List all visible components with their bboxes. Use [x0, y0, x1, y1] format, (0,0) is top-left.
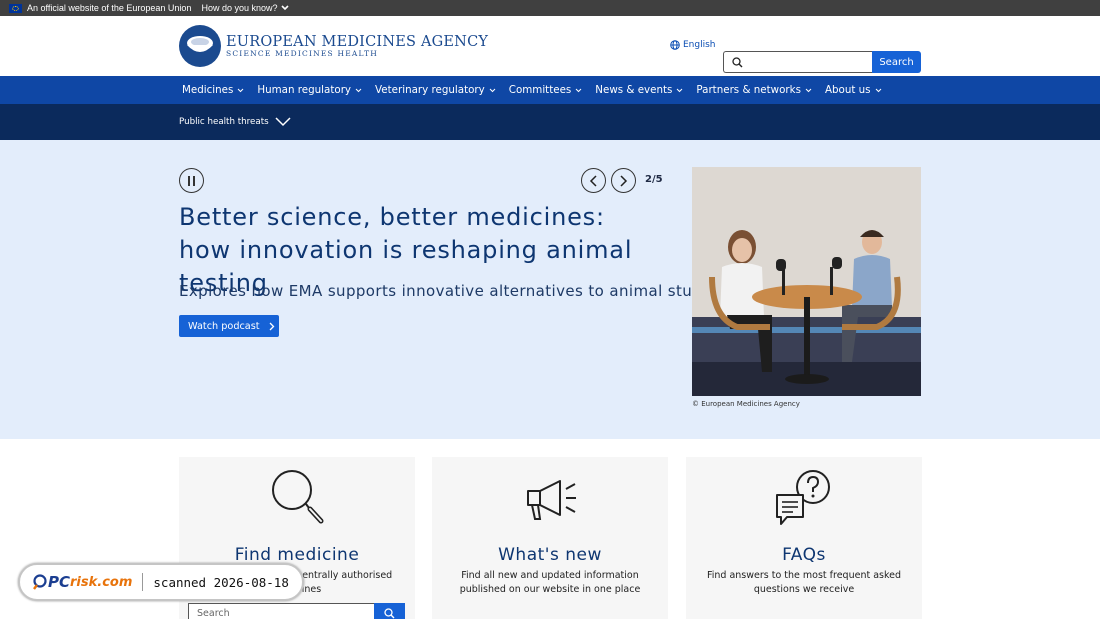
carousel-prev-button[interactable]	[581, 168, 606, 193]
public-health-threats-label: Public health threats	[179, 117, 269, 127]
magnifier-icon	[272, 470, 324, 524]
logo-name: EUROPEAN MEDICINES AGENCY	[226, 34, 489, 50]
main-nav: Medicines Human regulatory Veterinary re…	[0, 76, 1100, 104]
chevron-down-icon	[875, 88, 881, 92]
site-header: EUROPEAN MEDICINES AGENCY SCIENCE MEDICI…	[0, 16, 1100, 76]
language-label: English	[683, 40, 716, 50]
pause-button[interactable]	[179, 168, 204, 193]
scan-date-text: scanned 2026-08-18	[153, 574, 289, 590]
site-search: Search	[723, 51, 921, 73]
medicine-search-button[interactable]	[374, 603, 405, 619]
pcrisk-logo: PC risk.com	[32, 573, 132, 591]
chevron-left-icon	[589, 174, 597, 187]
search-button[interactable]: Search	[872, 51, 921, 73]
eu-official-text: An official website of the European Unio…	[27, 3, 192, 13]
card-faqs[interactable]: FAQs Find answers to the most frequent a…	[686, 457, 922, 619]
nav-label: Veterinary regulatory	[375, 84, 485, 96]
eu-bar: An official website of the European Unio…	[0, 0, 1100, 16]
photo-caption: © European Medicines Agency	[692, 400, 800, 408]
card-title: What's new	[498, 545, 602, 565]
search-icon	[732, 56, 743, 67]
how-do-you-know-link[interactable]: How do you know?	[201, 3, 289, 13]
card-description: Find answers to the most frequent asked …	[706, 570, 902, 595]
nav-item-human-regulatory[interactable]: Human regulatory	[257, 84, 362, 96]
public-health-threats-bar[interactable]: Public health threats	[0, 104, 1100, 140]
nav-item-news-events[interactable]: News & events	[595, 84, 683, 96]
ema-logo-emblem-icon	[179, 25, 221, 67]
chevron-down-icon	[677, 88, 683, 92]
chevron-down-icon	[238, 88, 244, 92]
carousel-counter: 2/5	[645, 174, 663, 185]
ema-logo[interactable]: EUROPEAN MEDICINES AGENCY SCIENCE MEDICI…	[179, 25, 488, 67]
chat-question-icon	[776, 470, 830, 525]
card-whats-new[interactable]: What's new Find all new and updated info…	[432, 457, 668, 619]
megaphone-icon	[527, 480, 576, 520]
magnifier-icon	[33, 574, 47, 590]
search-input[interactable]	[723, 51, 872, 73]
globe-icon	[670, 40, 680, 50]
medicine-search: Search	[188, 603, 405, 619]
nav-item-about-us[interactable]: About us	[825, 84, 882, 96]
logo-tagline: SCIENCE MEDICINES HEALTH	[226, 49, 379, 58]
nav-item-medicines[interactable]: Medicines	[182, 84, 244, 96]
chevron-down-icon	[805, 88, 812, 92]
medicine-search-input[interactable]: Search	[188, 603, 374, 619]
pcrisk-logo-pc: PC	[48, 573, 71, 591]
nav-label: Human regulatory	[257, 84, 352, 96]
chevron-down-icon	[275, 117, 291, 127]
watch-podcast-button[interactable]: Watch podcast	[179, 315, 279, 337]
chevron-down-icon	[575, 88, 582, 92]
language-selector[interactable]: English	[670, 40, 716, 50]
nav-label: About us	[824, 84, 871, 96]
nav-item-veterinary-regulatory[interactable]: Veterinary regulatory	[375, 84, 496, 96]
nav-label: Medicines	[182, 84, 234, 96]
nav-label: Committees	[508, 84, 572, 96]
nav-item-partners-networks[interactable]: Partners & networks	[696, 84, 812, 96]
card-title: FAQs	[782, 545, 826, 565]
how-do-you-know-label: How do you know?	[201, 3, 278, 13]
hero-subtitle: Explores how EMA supports innovative alt…	[179, 282, 725, 300]
nav-item-committees[interactable]: Committees	[509, 84, 583, 96]
chevron-right-icon	[269, 322, 274, 330]
nav-label: Partners & networks	[696, 84, 801, 96]
carousel-next-button[interactable]	[611, 168, 636, 193]
chevron-down-icon	[355, 88, 362, 92]
chevron-right-icon	[620, 174, 628, 187]
watch-podcast-label: Watch podcast	[188, 320, 260, 332]
eu-flag-icon	[9, 3, 22, 13]
chevron-down-icon	[489, 88, 496, 92]
card-title: Find medicine	[234, 545, 360, 565]
chevron-down-icon	[280, 5, 289, 11]
nav-label: News & events	[595, 84, 673, 96]
card-description: Find all new and updated information pub…	[459, 570, 641, 595]
hero-carousel: 2/5 Better science, better medicines: ho…	[0, 140, 1100, 439]
pcrisk-scan-watermark: PC risk.com scanned 2026-08-18	[18, 563, 304, 601]
hero-podcast-photo	[692, 167, 921, 396]
pcrisk-logo-risk: risk.com	[70, 574, 133, 590]
search-icon	[384, 607, 395, 618]
